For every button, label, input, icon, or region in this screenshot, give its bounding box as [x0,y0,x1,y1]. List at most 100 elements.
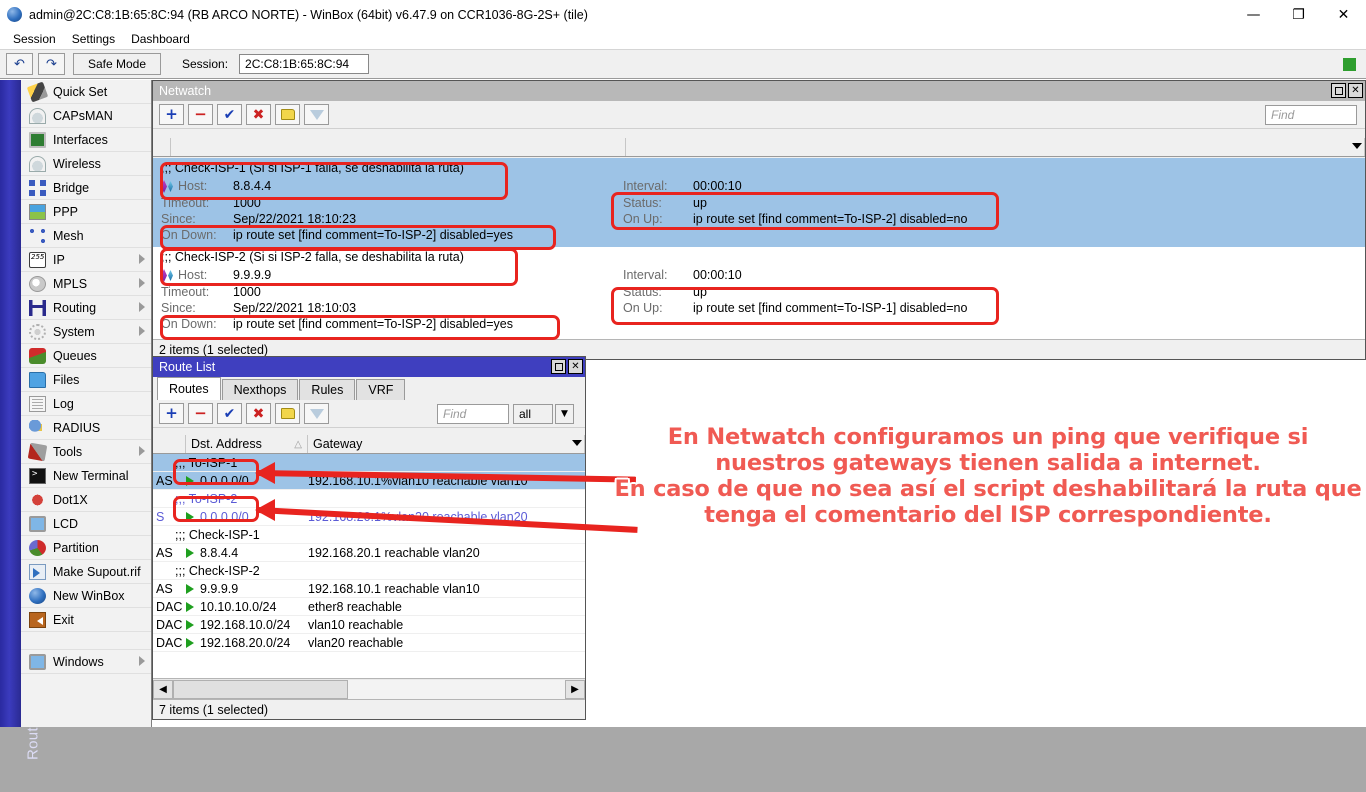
route-active-icon [186,548,194,558]
route-remove-button[interactable]: − [188,403,213,424]
chevron-down-icon[interactable] [1352,143,1362,149]
route-flags: DAC [153,600,186,614]
tab-vrf[interactable]: VRF [356,379,405,400]
route-col-dst[interactable]: Dst. Address △ [186,435,308,453]
route-filter-dropdown-icon[interactable]: ▼ [555,404,574,424]
sidebar-item-label: Quick Set [53,85,107,99]
sidebar-item-mesh[interactable]: Mesh [21,224,151,248]
tab-rules[interactable]: Rules [299,379,355,400]
sidebar-item-dot1x[interactable]: Dot1X [21,488,151,512]
table-row[interactable]: ;;; Check-ISP-1 [153,526,585,544]
table-row[interactable]: ;;; To-ISP-1 [153,454,585,472]
sidebar-item-files[interactable]: Files [21,368,151,392]
netwatch-enable-button[interactable]: ✔ [217,104,242,125]
scroll-track[interactable] [173,680,565,699]
table-row[interactable]: DAC 192.168.20.0/24 vlan20 reachable [153,634,585,652]
route-flags: DAC [153,636,186,650]
tab-nexthops[interactable]: Nexthops [222,379,299,400]
menu-item-session[interactable]: Session [5,30,64,48]
filter-icon [310,110,324,120]
netwatch-find-input[interactable]: Find [1265,105,1357,125]
safe-mode-button[interactable]: Safe Mode [73,53,161,75]
netwatch-remove-button[interactable]: − [188,104,213,125]
netwatch-col-right[interactable] [626,138,1365,156]
route-enable-button[interactable]: ✔ [217,403,242,424]
table-row[interactable]: ;;; To-ISP-2 [153,490,585,508]
session-input[interactable]: 2C:C8:1B:65:8C:94 [239,54,369,74]
sidebar-item-exit[interactable]: Exit [21,608,151,632]
netwatch-disable-button[interactable]: ✖ [246,104,271,125]
sidebar-item-system[interactable]: System [21,320,151,344]
sidebar-item-log[interactable]: Log [21,392,151,416]
mesh-icon [29,228,46,244]
route-col-flags[interactable] [153,435,186,453]
route-add-button[interactable]: + [159,403,184,424]
sidebar-item-quick-set[interactable]: Quick Set [21,80,151,104]
scroll-left-icon[interactable]: ◀ [153,680,173,699]
sidebar-item-new-winbox[interactable]: New WinBox [21,584,151,608]
netwatch-row[interactable]: ;;; Check-ISP-1 (Si si ISP-1 falla, se d… [153,158,1365,247]
route-dst: 10.10.10.0/24 [200,600,276,614]
netwatch-col-flags[interactable] [153,138,171,156]
table-row[interactable]: DAC 10.10.10.0/24 ether8 reachable [153,598,585,616]
lcd-icon [29,516,46,532]
title-bar: admin@2C:C8:1B:65:8C:94 (RB ARCO NORTE) … [0,0,1366,29]
netwatch-close-button[interactable]: ✕ [1348,83,1363,98]
route-list-close-button[interactable]: ✕ [568,359,583,374]
table-row[interactable]: DAC 192.168.10.0/24 vlan10 reachable [153,616,585,634]
menu-item-dashboard[interactable]: Dashboard [123,30,198,48]
route-find-input[interactable]: Find [437,404,509,424]
route-gateway: 192.168.20.1 reachable vlan20 [308,546,585,560]
netwatch-list: ;;; Check-ISP-1 (Si si ISP-1 falla, se d… [153,158,1365,339]
annotation-arrow-head-2 [255,499,275,521]
netwatch-comment-button[interactable] [275,104,300,125]
sort-ascending-icon: △ [294,439,302,450]
sidebar-item-radius[interactable]: RADIUS [21,416,151,440]
sidebar-item-lcd[interactable]: LCD [21,512,151,536]
netwatch-col-left[interactable] [171,138,626,156]
table-row[interactable]: ;;; Check-ISP-2 [153,562,585,580]
route-filter-select[interactable]: all [513,404,553,424]
scroll-thumb[interactable] [173,680,348,699]
sidebar-item-queues[interactable]: Queues [21,344,151,368]
sidebar-item-ppp[interactable]: PPP [21,200,151,224]
netwatch-restore-button[interactable] [1331,83,1346,98]
sidebar-separator [21,632,151,650]
sidebar-item-wireless[interactable]: Wireless [21,152,151,176]
restore-button[interactable]: ❐ [1276,0,1321,29]
interfaces-icon [29,132,46,148]
route-disable-button[interactable]: ✖ [246,403,271,424]
close-button[interactable]: ✕ [1321,0,1366,29]
sidebar-item-mpls[interactable]: MPLS [21,272,151,296]
sidebar-item-new-terminal[interactable]: New Terminal [21,464,151,488]
sidebar-item-interfaces[interactable]: Interfaces [21,128,151,152]
route-col-gateway[interactable]: Gateway [308,435,585,453]
sidebar-item-ip[interactable]: IP [21,248,151,272]
chevron-down-icon[interactable] [572,440,582,446]
sidebar-item-capsman[interactable]: CAPsMAN [21,104,151,128]
menu-item-settings[interactable]: Settings [64,30,123,48]
route-filter-button[interactable] [304,403,329,424]
table-row[interactable]: AS 9.9.9.9 192.168.10.1 reachable vlan10 [153,580,585,598]
sidebar-item-routing[interactable]: Routing [21,296,151,320]
minimize-button[interactable]: — [1231,0,1276,29]
netwatch-status-label: Status: [623,196,662,210]
table-row[interactable]: AS 8.8.4.4 192.168.20.1 reachable vlan20 [153,544,585,562]
route-list-restore-button[interactable] [551,359,566,374]
sidebar-item-windows[interactable]: Windows [21,650,151,674]
netwatch-status-label: Status: [623,285,662,299]
sidebar-item-tools[interactable]: Tools [21,440,151,464]
scroll-right-icon[interactable]: ▶ [565,680,585,699]
undo-button[interactable]: ↶ [6,53,33,75]
route-comment-button[interactable] [275,403,300,424]
netwatch-row[interactable]: ;;; Check-ISP-2 (Si si ISP-2 falla, se d… [153,247,1365,336]
tab-routes[interactable]: Routes [157,377,221,400]
redo-button[interactable]: ↷ [38,53,65,75]
route-horizontal-scrollbar[interactable]: ◀ ▶ [153,678,585,699]
sidebar-item-make-supout[interactable]: Make Supout.rif [21,560,151,584]
netwatch-add-button[interactable]: + [159,104,184,125]
capsman-icon [29,108,46,124]
sidebar-item-partition[interactable]: Partition [21,536,151,560]
sidebar-item-bridge[interactable]: Bridge [21,176,151,200]
netwatch-filter-button[interactable] [304,104,329,125]
